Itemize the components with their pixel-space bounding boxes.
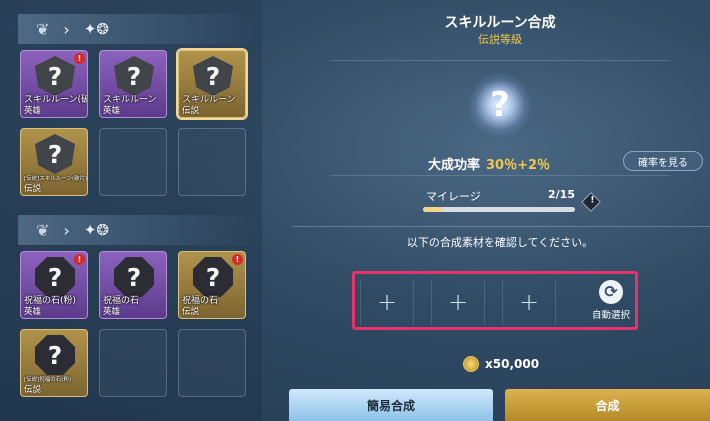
- mileage-progress-fill: [423, 207, 444, 212]
- auto-select-label: 自動選択: [591, 310, 630, 321]
- item-rarity: 英雄: [103, 307, 121, 317]
- rune-grid: ?スキルルーン(破片)英雄!?スキルルーン英雄?スキルルーン伝説? [伝説]スキル…: [20, 50, 246, 196]
- item-icon: ?: [35, 56, 75, 96]
- mileage-progress-bar: [423, 207, 575, 212]
- item-card[interactable]: ? スキルルーン 英雄: [99, 50, 167, 118]
- material-slot-2[interactable]: +: [431, 279, 485, 325]
- alert-badge-icon: !: [74, 254, 85, 265]
- item-card[interactable]: ? 祝福の石 英雄: [99, 251, 167, 319]
- synthesis-button[interactable]: 合成: [505, 389, 710, 421]
- material-panel: ❦ › ✦❂ ?スキルルーン(破片)英雄!?スキルルーン英雄?スキルルーン伝説?…: [0, 0, 262, 421]
- auto-select-button[interactable]: ⟳ 自動選択: [583, 278, 639, 326]
- item-card[interactable]: ? 祝福の石 伝説!: [178, 251, 246, 319]
- item-rarity: 英雄: [24, 106, 42, 116]
- success-rate-label: 大成功率: [428, 158, 481, 173]
- empty-item-slot[interactable]: [178, 329, 246, 397]
- mileage-value: 2/15: [548, 188, 575, 201]
- item-rarity: 英雄: [103, 106, 121, 116]
- category-icon: ❦: [36, 19, 50, 39]
- item-card[interactable]: ?スキルルーン(破片)英雄!: [20, 50, 88, 118]
- easy-synthesis-button[interactable]: 簡易合成: [289, 389, 493, 421]
- alert-badge-icon: !: [74, 53, 85, 64]
- empty-item-slot[interactable]: [178, 128, 246, 196]
- item-rarity: 伝説: [182, 106, 200, 116]
- coin-icon: [463, 356, 479, 372]
- item-rarity: 伝説: [182, 307, 200, 317]
- item-card[interactable]: ? 祝福の石(粉) 英雄!: [20, 251, 88, 319]
- item-rarity: 伝説: [24, 385, 42, 395]
- synthesis-title: スキルルーン合成: [444, 15, 556, 31]
- item-icon: ?: [114, 56, 154, 96]
- divider: [292, 226, 710, 227]
- section-header-runes[interactable]: ❦ › ✦❂: [18, 14, 254, 44]
- item-icon: ?: [114, 257, 154, 297]
- cost-value: x50,000: [485, 357, 540, 371]
- decor-line: [330, 60, 670, 61]
- info-icon[interactable]: !: [581, 192, 601, 212]
- decor-line: [330, 175, 670, 176]
- item-rarity: 伝説: [24, 184, 42, 194]
- item-icon: ?: [193, 257, 233, 297]
- question-mark-icon: ?: [468, 73, 532, 137]
- chevron-right-icon: ›: [63, 19, 70, 39]
- empty-item-slot[interactable]: [99, 329, 167, 397]
- item-icon: ?: [35, 335, 75, 375]
- empty-item-slot[interactable]: [99, 128, 167, 196]
- material-slot-1[interactable]: +: [360, 279, 414, 325]
- stone-category-icon: ✦❂: [83, 221, 109, 239]
- material-slot-3[interactable]: +: [502, 279, 556, 325]
- item-card[interactable]: ? [伝説]スキルルーン(破片) 伝説: [20, 128, 88, 196]
- mileage-label: マイレージ: [426, 190, 481, 203]
- view-rates-button[interactable]: 確率を見る: [623, 151, 703, 171]
- item-icon: ?: [35, 257, 75, 297]
- item-name: [伝説]祝福の石(粉): [24, 377, 72, 383]
- success-rate: 大成功率 30％+2％: [428, 154, 550, 173]
- chevron-right-icon: ›: [63, 220, 70, 240]
- item-rarity: 英雄: [24, 307, 42, 317]
- alert-badge-icon: !: [232, 254, 243, 265]
- stone-grid: ? 祝福の石(粉) 英雄!? 祝福の石 英雄? 祝福の石 伝説!? [伝説]祝福の石(粉) 伝説: [20, 251, 246, 397]
- rune-category-icon: ✦❂: [83, 20, 109, 38]
- material-slots: + + + ⟳ 自動選択: [352, 271, 638, 330]
- success-rate-value: 30％+2％: [486, 158, 551, 173]
- item-icon: ?: [35, 134, 75, 174]
- confirm-materials-text: 以下の合成素材を確認してください。: [406, 236, 594, 249]
- item-card[interactable]: ? [伝説]祝福の石(粉) 伝説: [20, 329, 88, 397]
- refresh-icon: ⟳: [599, 280, 623, 304]
- item-card[interactable]: ? スキルルーン 伝説: [178, 50, 246, 118]
- section-header-stones[interactable]: ❦ › ✦❂: [18, 215, 254, 245]
- item-name: [伝説]スキルルーン(破片): [24, 176, 88, 182]
- cost-display: x50,000: [463, 356, 539, 372]
- item-icon: ?: [193, 56, 233, 96]
- category-icon: ❦: [36, 220, 50, 240]
- grade-label: 伝説等級: [478, 33, 522, 46]
